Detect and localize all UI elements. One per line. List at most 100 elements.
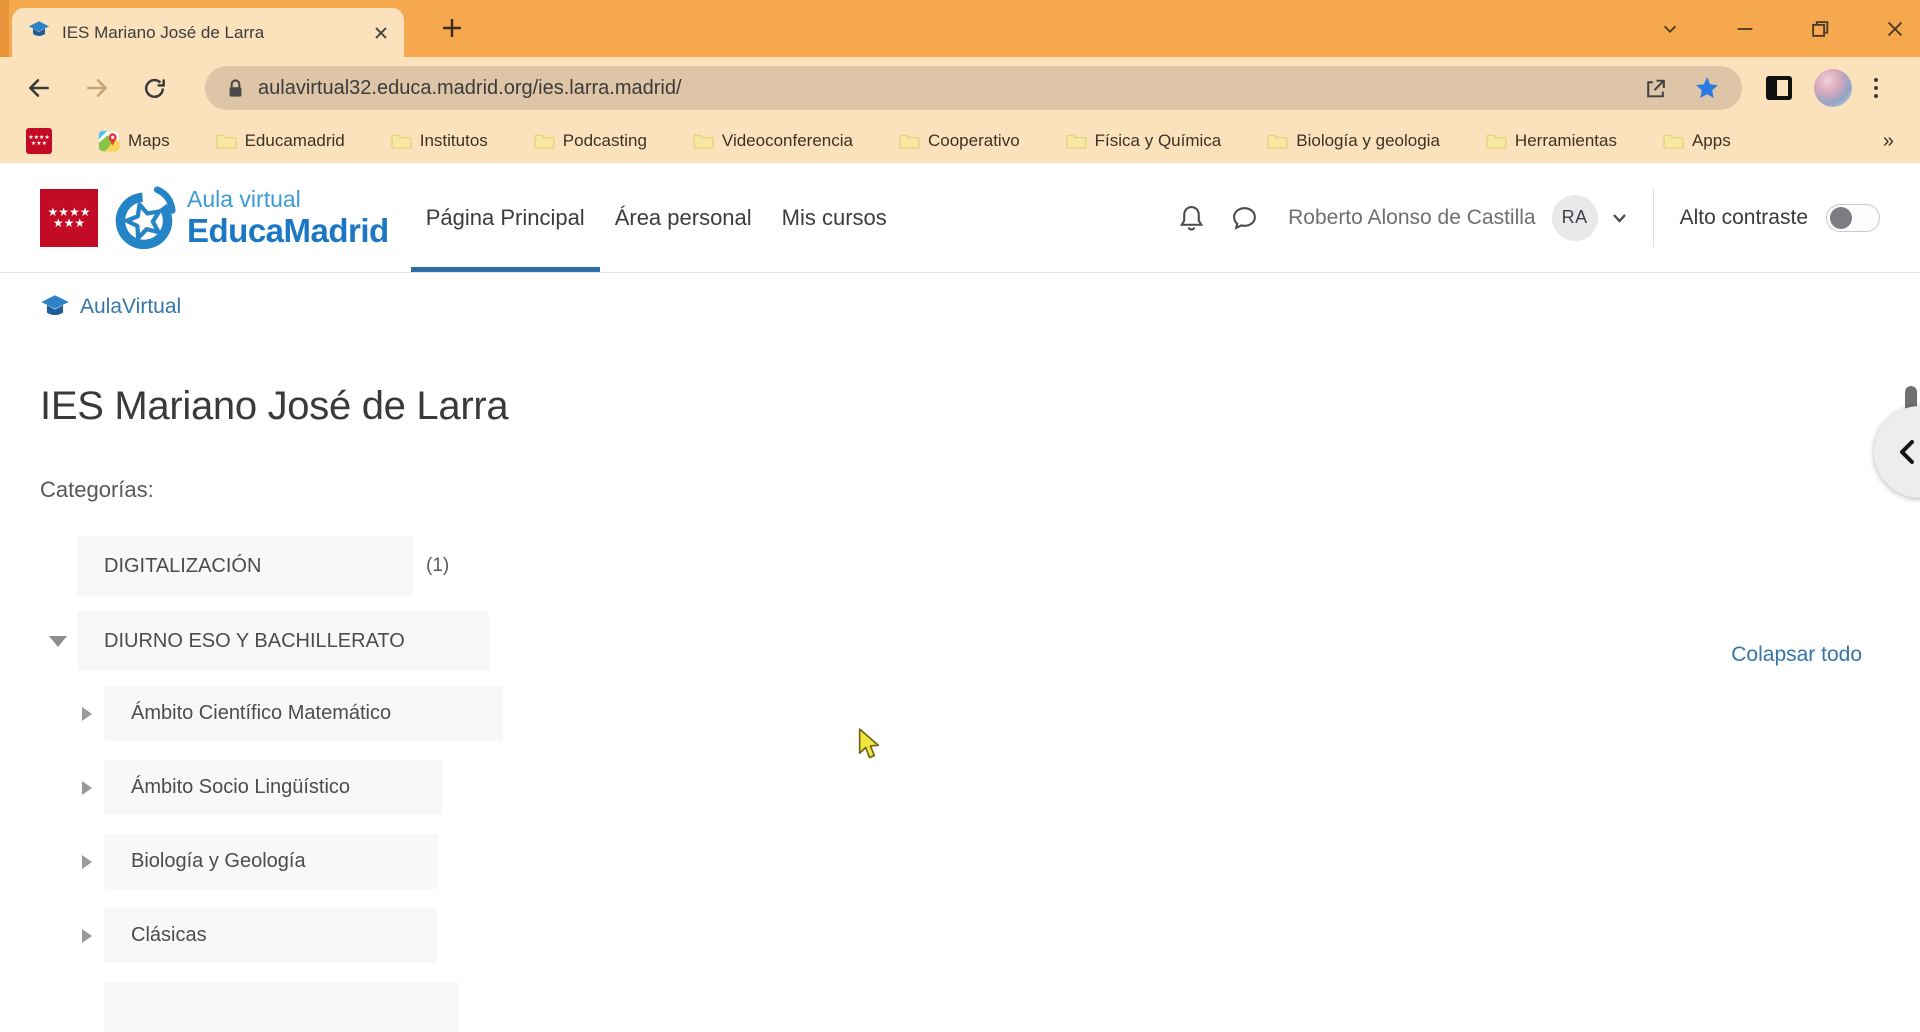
nav-item-2[interactable]: Mis cursos xyxy=(767,163,902,272)
bookmark-folder-2[interactable]: Podcasting xyxy=(534,131,647,151)
new-tab-button[interactable] xyxy=(441,17,463,44)
folder-icon xyxy=(391,134,412,149)
expand-arrow-icon[interactable] xyxy=(82,780,92,795)
breadcrumb-link[interactable]: AulaVirtual xyxy=(80,295,181,319)
maps-icon xyxy=(98,130,120,152)
folder-icon xyxy=(1486,134,1507,149)
bookmark-label: Maps xyxy=(128,131,170,150)
category-row-partial xyxy=(104,982,1920,1032)
notifications-bell-icon[interactable] xyxy=(1178,204,1205,231)
folder-icon xyxy=(1066,134,1087,149)
url-bar[interactable]: aulavirtual32.educa.madrid.org/ies.larra… xyxy=(205,66,1742,110)
window-restore-icon[interactable] xyxy=(1809,18,1831,40)
category-link[interactable]: Clásicas xyxy=(104,908,437,963)
nav-item-0[interactable]: Página Principal xyxy=(410,163,600,272)
reload-button[interactable] xyxy=(142,76,167,101)
browser-tab[interactable]: IES Mariano José de Larra xyxy=(12,8,404,57)
collapse-arrow-icon[interactable] xyxy=(49,636,67,647)
forward-button[interactable] xyxy=(84,75,110,101)
category-link[interactable]: DIGITALIZACIÓN xyxy=(77,536,413,596)
browser-profile-avatar[interactable] xyxy=(1814,69,1852,107)
bookmark-folder-7[interactable]: Herramientas xyxy=(1486,131,1617,151)
folder-icon xyxy=(534,134,555,149)
window-edge xyxy=(0,0,9,57)
share-icon[interactable] xyxy=(1643,76,1668,101)
user-menu-chevron-down-icon[interactable] xyxy=(1612,213,1627,223)
nav-item-1[interactable]: Área personal xyxy=(600,163,767,272)
graduation-cap-icon xyxy=(40,294,70,320)
bookmark-label: Física y Química xyxy=(1094,131,1222,150)
madrid-flag-logo: ★★★★ ★★★ xyxy=(40,188,98,247)
category-link[interactable]: DIURNO ESO Y BACHILLERATO xyxy=(77,611,489,671)
bookmark-label: Cooperativo xyxy=(927,131,1020,150)
category-link[interactable]: Biología y Geología xyxy=(104,834,438,889)
chevron-left-icon xyxy=(1900,440,1914,464)
window-minimize-icon[interactable] xyxy=(1734,18,1756,40)
bookmark-label: Biología y geologia xyxy=(1296,131,1440,150)
user-name[interactable]: Roberto Alonso de Castilla xyxy=(1288,206,1535,230)
page-content: AulaVirtual IES Mariano José de Larra Ca… xyxy=(0,273,1920,1032)
page-title: IES Mariano José de Larra xyxy=(40,384,509,428)
side-panel-icon[interactable] xyxy=(1766,76,1792,100)
bookmark-label: Videoconferencia xyxy=(721,131,853,150)
high-contrast-toggle[interactable] xyxy=(1826,203,1880,232)
contrast-label: Alto contraste xyxy=(1679,205,1808,229)
header-divider xyxy=(1652,188,1654,247)
category-count: (1) xyxy=(426,555,450,576)
bookmark-folder-6[interactable]: Biología y geologia xyxy=(1267,131,1440,151)
expand-arrow-icon[interactable] xyxy=(82,928,92,943)
bookmark-folder-0[interactable]: Educamadrid xyxy=(215,131,345,151)
bookmark-folder-3[interactable]: Videoconferencia xyxy=(693,131,853,151)
back-button[interactable] xyxy=(26,75,52,101)
bookmarks-overflow-chevron[interactable]: » xyxy=(1883,130,1894,153)
folder-icon xyxy=(1663,134,1684,149)
browser-menu-icon[interactable] xyxy=(1874,78,1878,98)
categories-label: Categorías: xyxy=(40,477,154,502)
browser-toolbar: aulavirtual32.educa.madrid.org/ies.larra… xyxy=(0,57,1920,119)
category-row: Ámbito Científico Matemático xyxy=(82,686,1920,741)
tab-close-icon[interactable] xyxy=(374,26,388,40)
bookmark-folder-5[interactable]: Física y Química xyxy=(1066,131,1222,151)
bookmark-label: Educamadrid xyxy=(244,131,345,150)
lock-icon xyxy=(227,78,244,99)
window-chevron-down-icon[interactable] xyxy=(1659,18,1681,40)
folder-icon xyxy=(1267,134,1288,149)
category-row: Clásicas xyxy=(82,908,1920,963)
category-link[interactable]: Ámbito Científico Matemático xyxy=(104,686,503,741)
user-avatar[interactable]: RA xyxy=(1551,194,1598,241)
category-row: DIGITALIZACIÓN (1) xyxy=(77,536,1920,596)
expand-arrow-icon[interactable] xyxy=(82,706,92,721)
bookmark-star-icon[interactable] xyxy=(1694,75,1720,101)
tab-favicon-graduation-cap-icon xyxy=(28,20,50,45)
bookmark-maps[interactable]: Maps xyxy=(98,130,170,152)
expand-arrow-icon[interactable] xyxy=(82,854,92,869)
window-close-icon[interactable] xyxy=(1884,18,1906,40)
bookmark-folder-8[interactable]: Apps xyxy=(1663,131,1731,151)
folder-icon xyxy=(215,134,237,149)
browser-titlebar: IES Mariano José de Larra xyxy=(0,0,1920,57)
bookmark-label: Apps xyxy=(1691,131,1731,150)
category-row: Biología y Geología xyxy=(82,834,1920,889)
bookmark-label: Podcasting xyxy=(562,131,647,150)
folder-icon xyxy=(693,134,714,149)
category-tree: DIGITALIZACIÓN (1) DIURNO ESO Y BACHILLERA… xyxy=(0,536,1920,1032)
logo-title: EducaMadrid xyxy=(187,212,389,249)
category-link[interactable] xyxy=(104,982,459,1032)
bookmark-label: Herramientas xyxy=(1514,131,1617,150)
category-row: Ámbito Socio Lingüístico xyxy=(82,760,1920,815)
folder-icon xyxy=(899,134,920,149)
educamadrid-logo[interactable]: ★★★★ ★★★ Aula virtual EducaMadrid xyxy=(40,185,389,251)
bookmark-folder-1[interactable]: Institutos xyxy=(391,131,488,151)
messages-bubble-icon[interactable] xyxy=(1231,204,1258,231)
bookmark-madrid-flag-icon[interactable]: ★★★★ ★★★ xyxy=(26,128,52,154)
bookmark-label: Institutos xyxy=(419,131,488,150)
logo-subtitle: Aula virtual xyxy=(187,186,301,212)
bookmarks-bar: ★★★★ ★★★ Maps Educamadrid Institutos Podcas… xyxy=(0,119,1920,163)
breadcrumb: AulaVirtual xyxy=(0,273,1920,320)
tab-title: IES Mariano José de Larra xyxy=(62,22,265,42)
bookmark-folder-4[interactable]: Cooperativo xyxy=(899,131,1020,151)
educamadrid-emblem-icon xyxy=(111,185,177,251)
category-link[interactable]: Ámbito Socio Lingüístico xyxy=(104,760,443,815)
url-text[interactable]: aulavirtual32.educa.madrid.org/ies.larra… xyxy=(258,77,1643,100)
category-row: DIURNO ESO Y BACHILLERATO xyxy=(49,611,1920,671)
